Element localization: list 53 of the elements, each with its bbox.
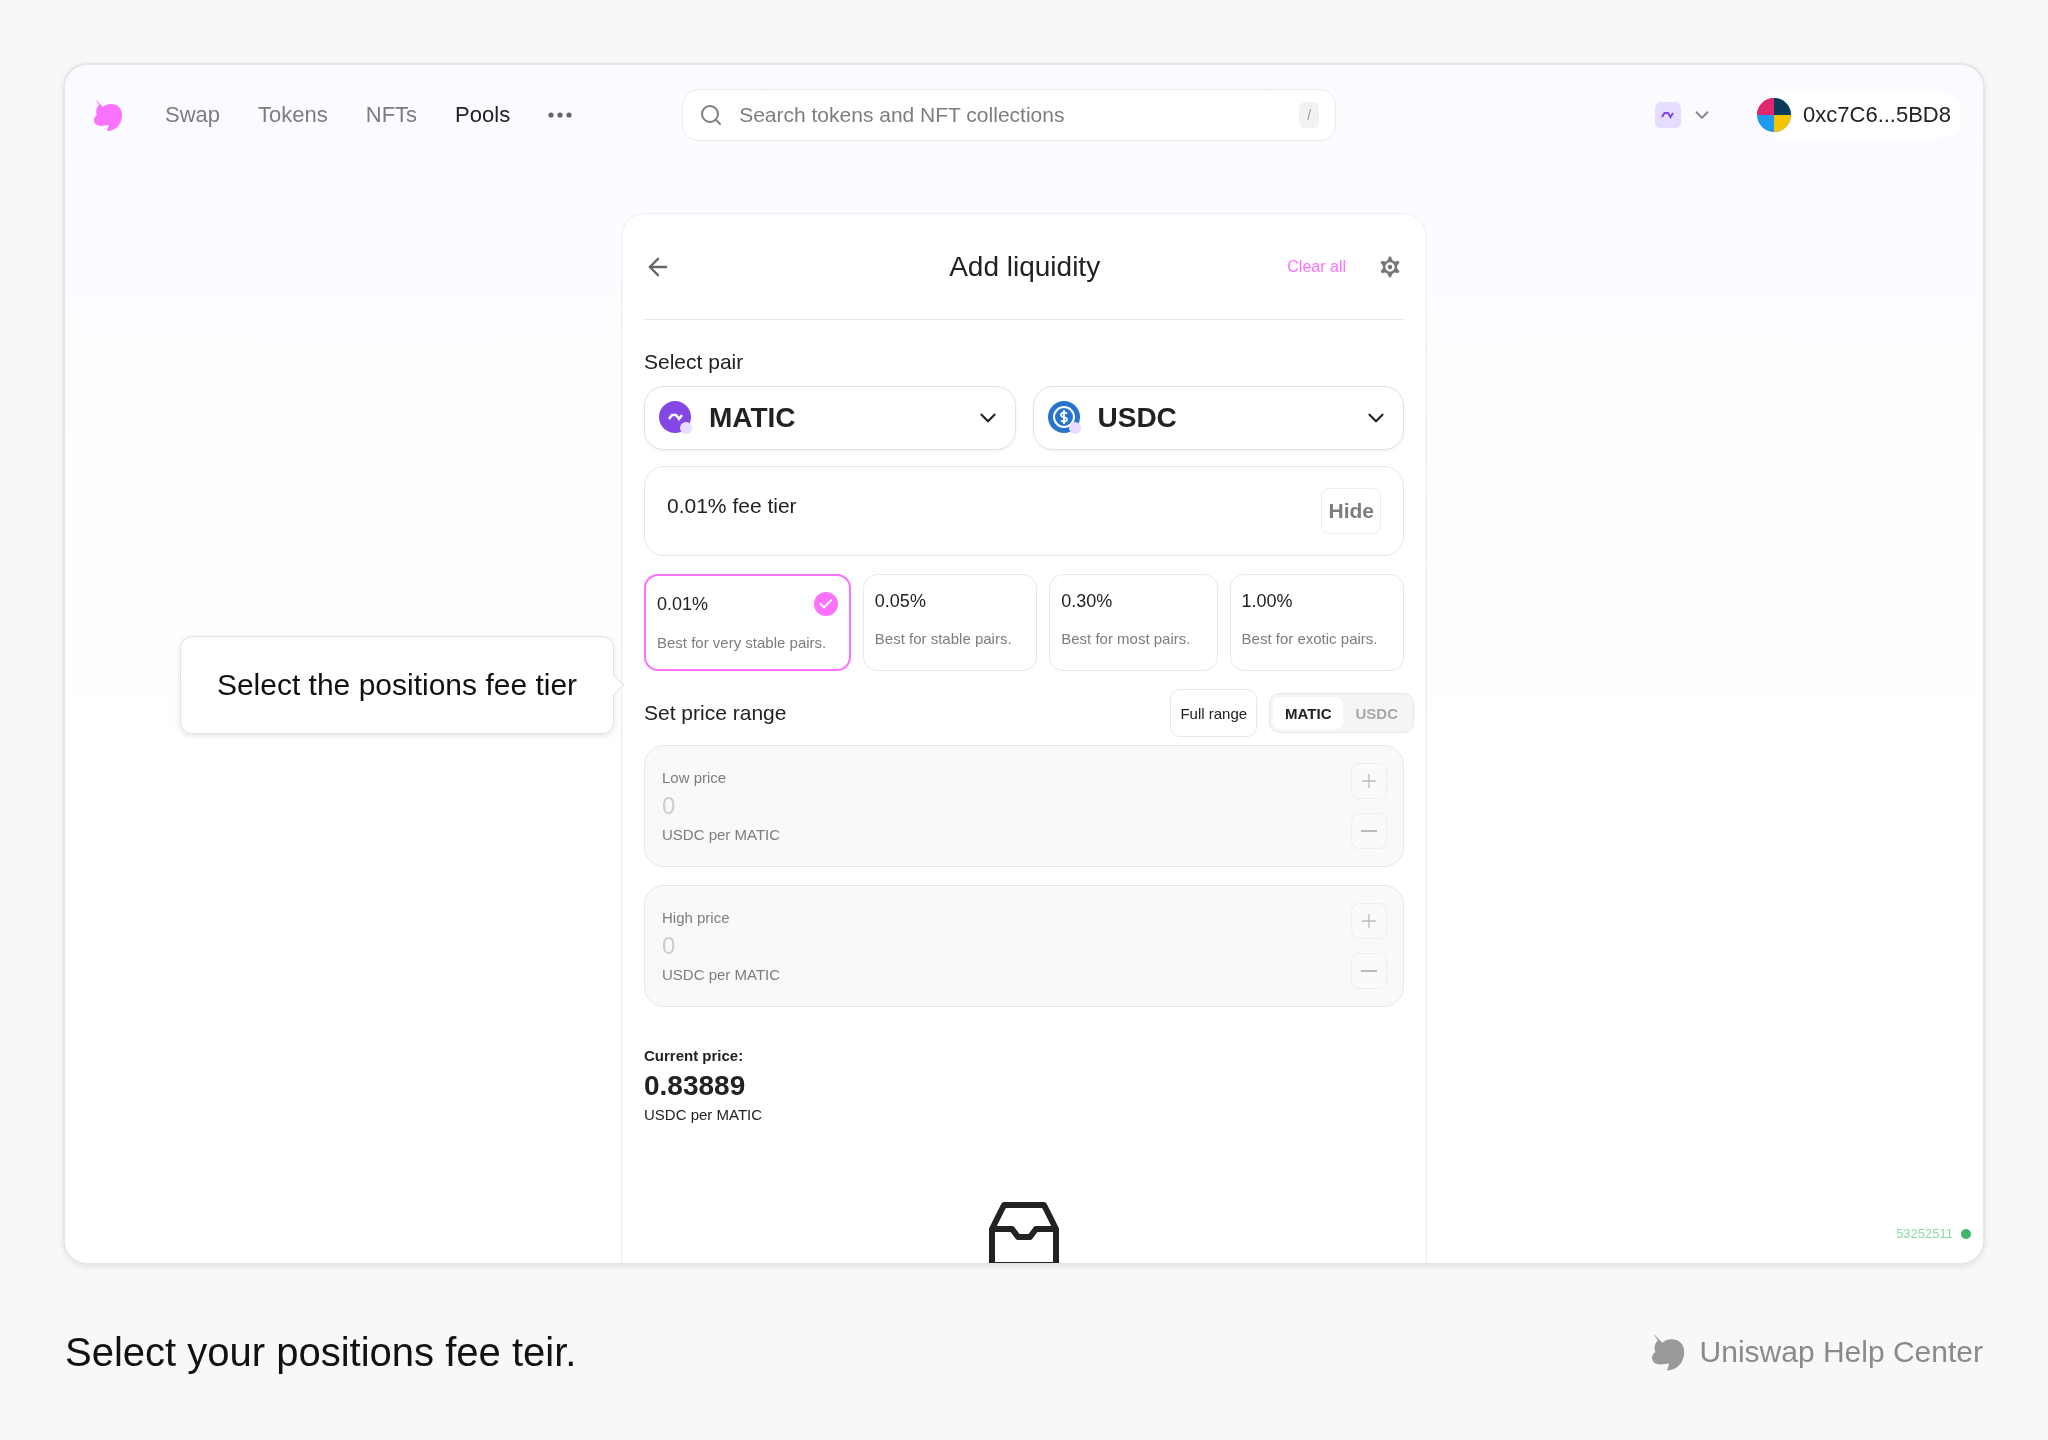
current-price-unit: USDC per MATIC xyxy=(644,1106,764,1123)
token-logo-icon xyxy=(659,401,693,435)
price-label: High price xyxy=(662,909,731,926)
status-dot xyxy=(1961,1228,1971,1239)
network-logo-icon xyxy=(1655,102,1682,128)
nav-link[interactable]: NFTs xyxy=(365,102,418,128)
token-selector[interactable]: USDC xyxy=(1032,386,1404,450)
inbox-icon xyxy=(988,1201,1060,1263)
block-number: 53252511 xyxy=(1896,1226,1953,1241)
callout-tooltip: Select the positions fee tier xyxy=(180,636,614,734)
fee-tier-option[interactable]: 0.05% Best for stable pairs. xyxy=(862,574,1038,671)
price-unit: USDC per MATIC xyxy=(662,826,782,843)
fee-description: Best for exotic pairs. xyxy=(1241,630,1379,647)
brand-name: Uniswap Help Center xyxy=(1699,1335,1983,1369)
search-input[interactable]: Search tokens and NFT collections xyxy=(737,102,1286,128)
full-range-button[interactable]: Full range xyxy=(1170,689,1258,737)
fee-tier-summary: 0.01% fee tier xyxy=(667,494,797,518)
price-unit: USDC per MATIC xyxy=(662,966,782,983)
more-icon xyxy=(548,112,573,118)
fee-tier-option[interactable]: 0.01% Best for very stable pairs. xyxy=(644,574,851,671)
section-label: Select pair xyxy=(644,350,745,374)
caption: Select your positions fee teir. xyxy=(65,1329,577,1375)
unit-tab[interactable]: MATIC xyxy=(1273,697,1344,729)
price-label: Low price xyxy=(662,769,728,786)
fee-description: Best for stable pairs. xyxy=(874,630,1013,647)
nav-link[interactable]: Swap xyxy=(165,102,221,128)
fee-percent: 0.05% xyxy=(874,591,926,612)
token-selector[interactable]: MATIC xyxy=(644,386,1016,450)
fee-percent: 1.00% xyxy=(1241,591,1293,612)
fee-description: Best for most pairs. xyxy=(1061,630,1192,647)
check-icon xyxy=(813,592,838,616)
fee-percent: 0.01% xyxy=(657,593,709,615)
more-button[interactable] xyxy=(548,112,573,118)
fee-tier-option[interactable]: 1.00% Best for exotic pairs. xyxy=(1229,574,1404,671)
account-button[interactable]: 0xc7C6...5BD8 xyxy=(1757,92,1961,138)
search-icon xyxy=(699,103,724,127)
decrement-button[interactable] xyxy=(1351,953,1387,989)
nav-link[interactable]: Tokens xyxy=(258,102,328,128)
nav-link[interactable]: Pools xyxy=(455,102,511,128)
token-logo-icon xyxy=(1047,401,1082,435)
fee-description: Best for very stable pairs. xyxy=(657,634,828,651)
card-title: Add liquidity xyxy=(948,250,1102,283)
section-label: Set price range xyxy=(644,701,788,725)
minus-icon xyxy=(1361,970,1377,972)
hide-button[interactable]: Hide xyxy=(1321,488,1381,534)
fee-percent: 0.30% xyxy=(1061,591,1113,612)
current-price-value: 0.83889 xyxy=(644,1070,747,1102)
shortcut-key: / xyxy=(1299,102,1320,128)
current-price-label: Current price: xyxy=(644,1047,745,1064)
fee-tier-option[interactable]: 0.30% Best for most pairs. xyxy=(1049,574,1218,671)
minus-icon xyxy=(1361,830,1377,832)
avatar-icon xyxy=(1757,98,1792,132)
decrement-button[interactable] xyxy=(1351,813,1387,849)
